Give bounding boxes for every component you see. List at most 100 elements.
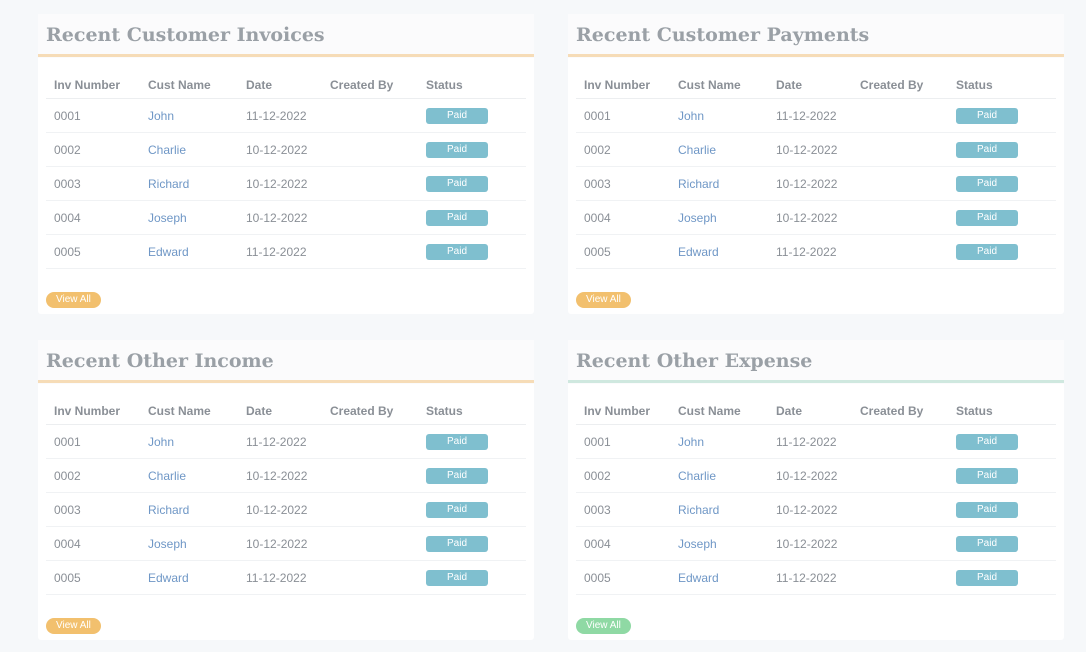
table-row[interactable]: 0003 Richard 10-12-2022 Paid — [46, 166, 526, 201]
table-row[interactable]: 0004 Joseph 10-12-2022 Paid — [46, 526, 526, 561]
table-row[interactable]: 0004 Joseph 10-12-2022 Paid — [576, 526, 1056, 561]
table-row[interactable]: 0005 Edward 11-12-2022 Paid — [46, 234, 526, 269]
column-header: Created By — [322, 72, 418, 99]
created-by-cell — [852, 200, 948, 235]
column-header: Cust Name — [670, 398, 768, 425]
column-header: Inv Number — [46, 398, 140, 425]
customer-name-link[interactable]: John — [140, 98, 238, 133]
table-row[interactable]: 0001 John 11-12-2022 Paid — [576, 424, 1056, 459]
status-cell: Paid — [948, 98, 1056, 133]
customer-name-link[interactable]: Richard — [140, 166, 238, 201]
view-all-button[interactable]: View All — [576, 618, 631, 634]
table-row[interactable]: 0004 Joseph 10-12-2022 Paid — [46, 200, 526, 235]
customer-name-link[interactable]: Charlie — [670, 458, 768, 493]
customer-name-link[interactable]: Edward — [140, 234, 238, 269]
column-header: Created By — [852, 398, 948, 425]
table-row[interactable]: 0002 Charlie 10-12-2022 Paid — [46, 132, 526, 167]
customer-name-link[interactable]: Charlie — [140, 458, 238, 493]
status-badge: Paid — [956, 570, 1018, 586]
date-cell: 11-12-2022 — [768, 560, 852, 595]
column-header: Cust Name — [140, 398, 238, 425]
table-row[interactable]: 0001 John 11-12-2022 Paid — [46, 424, 526, 459]
invoice-number-cell: 0005 — [576, 560, 670, 595]
status-cell: Paid — [948, 526, 1056, 561]
invoice-number-cell: 0001 — [46, 424, 140, 459]
status-badge: Paid — [426, 536, 488, 552]
status-cell: Paid — [948, 560, 1056, 595]
status-cell: Paid — [948, 200, 1056, 235]
created-by-cell — [322, 424, 418, 459]
table-row[interactable]: 0005 Edward 11-12-2022 Paid — [46, 560, 526, 595]
view-all-button[interactable]: View All — [46, 292, 101, 308]
panel-title: Recent Other Expense — [576, 350, 813, 372]
invoice-number-cell: 0003 — [576, 166, 670, 201]
created-by-cell — [322, 458, 418, 493]
customer-name-link[interactable]: John — [670, 98, 768, 133]
table-row[interactable]: 0002 Charlie 10-12-2022 Paid — [576, 132, 1056, 167]
customer-name-link[interactable]: Charlie — [670, 132, 768, 167]
table-row[interactable]: 0005 Edward 11-12-2022 Paid — [576, 234, 1056, 269]
status-badge: Paid — [426, 502, 488, 518]
customer-name-link[interactable]: John — [140, 424, 238, 459]
status-badge: Paid — [426, 142, 488, 158]
customer-name-link[interactable]: Joseph — [140, 200, 238, 235]
status-cell: Paid — [418, 458, 526, 493]
table-row[interactable]: 0003 Richard 10-12-2022 Paid — [576, 492, 1056, 527]
column-header: Date — [238, 72, 322, 99]
table-row[interactable]: 0002 Charlie 10-12-2022 Paid — [46, 458, 526, 493]
table-row[interactable]: 0001 John 11-12-2022 Paid — [576, 98, 1056, 133]
column-header: Date — [768, 398, 852, 425]
invoice-number-cell: 0002 — [46, 458, 140, 493]
panel-title: Recent Customer Invoices — [46, 24, 325, 46]
column-header: Inv Number — [576, 72, 670, 99]
customer-name-link[interactable]: Edward — [140, 560, 238, 595]
status-cell: Paid — [418, 98, 526, 133]
customer-name-link[interactable]: Richard — [140, 492, 238, 527]
data-table: Inv Number Cust Name Date Created By Sta… — [46, 398, 526, 595]
customer-name-link[interactable]: Edward — [670, 234, 768, 269]
view-all-button[interactable]: View All — [576, 292, 631, 308]
table-header-row: Inv Number Cust Name Date Created By Sta… — [46, 72, 526, 99]
invoice-number-cell: 0004 — [46, 526, 140, 561]
status-badge: Paid — [956, 210, 1018, 226]
table-row[interactable]: 0003 Richard 10-12-2022 Paid — [576, 166, 1056, 201]
data-table: Inv Number Cust Name Date Created By Sta… — [576, 72, 1056, 269]
table-row[interactable]: 0004 Joseph 10-12-2022 Paid — [576, 200, 1056, 235]
customer-name-link[interactable]: Joseph — [140, 526, 238, 561]
table-row[interactable]: 0005 Edward 11-12-2022 Paid — [576, 560, 1056, 595]
customer-name-link[interactable]: Richard — [670, 492, 768, 527]
invoice-number-cell: 0003 — [576, 492, 670, 527]
status-badge: Paid — [956, 244, 1018, 260]
created-by-cell — [852, 560, 948, 595]
created-by-cell — [852, 132, 948, 167]
created-by-cell — [322, 166, 418, 201]
column-header: Inv Number — [46, 72, 140, 99]
invoice-number-cell: 0002 — [46, 132, 140, 167]
invoice-number-cell: 0003 — [46, 492, 140, 527]
customer-name-link[interactable]: Charlie — [140, 132, 238, 167]
panel-divider — [568, 380, 1064, 383]
status-cell: Paid — [418, 560, 526, 595]
customer-name-link[interactable]: Edward — [670, 560, 768, 595]
created-by-cell — [322, 234, 418, 269]
customer-name-link[interactable]: Joseph — [670, 200, 768, 235]
invoice-number-cell: 0005 — [576, 234, 670, 269]
status-cell: Paid — [948, 458, 1056, 493]
customer-name-link[interactable]: Joseph — [670, 526, 768, 561]
status-badge: Paid — [426, 210, 488, 226]
status-cell: Paid — [418, 200, 526, 235]
created-by-cell — [322, 492, 418, 527]
customer-name-link[interactable]: John — [670, 424, 768, 459]
table-row[interactable]: 0002 Charlie 10-12-2022 Paid — [576, 458, 1056, 493]
date-cell: 10-12-2022 — [238, 458, 322, 493]
table-row[interactable]: 0001 John 11-12-2022 Paid — [46, 98, 526, 133]
status-badge: Paid — [426, 468, 488, 484]
panel-header: Recent Customer Payments — [568, 14, 1064, 58]
date-cell: 10-12-2022 — [238, 492, 322, 527]
customer-name-link[interactable]: Richard — [670, 166, 768, 201]
invoice-number-cell: 0004 — [576, 526, 670, 561]
status-cell: Paid — [418, 526, 526, 561]
table-row[interactable]: 0003 Richard 10-12-2022 Paid — [46, 492, 526, 527]
view-all-button[interactable]: View All — [46, 618, 101, 634]
date-cell: 10-12-2022 — [238, 526, 322, 561]
